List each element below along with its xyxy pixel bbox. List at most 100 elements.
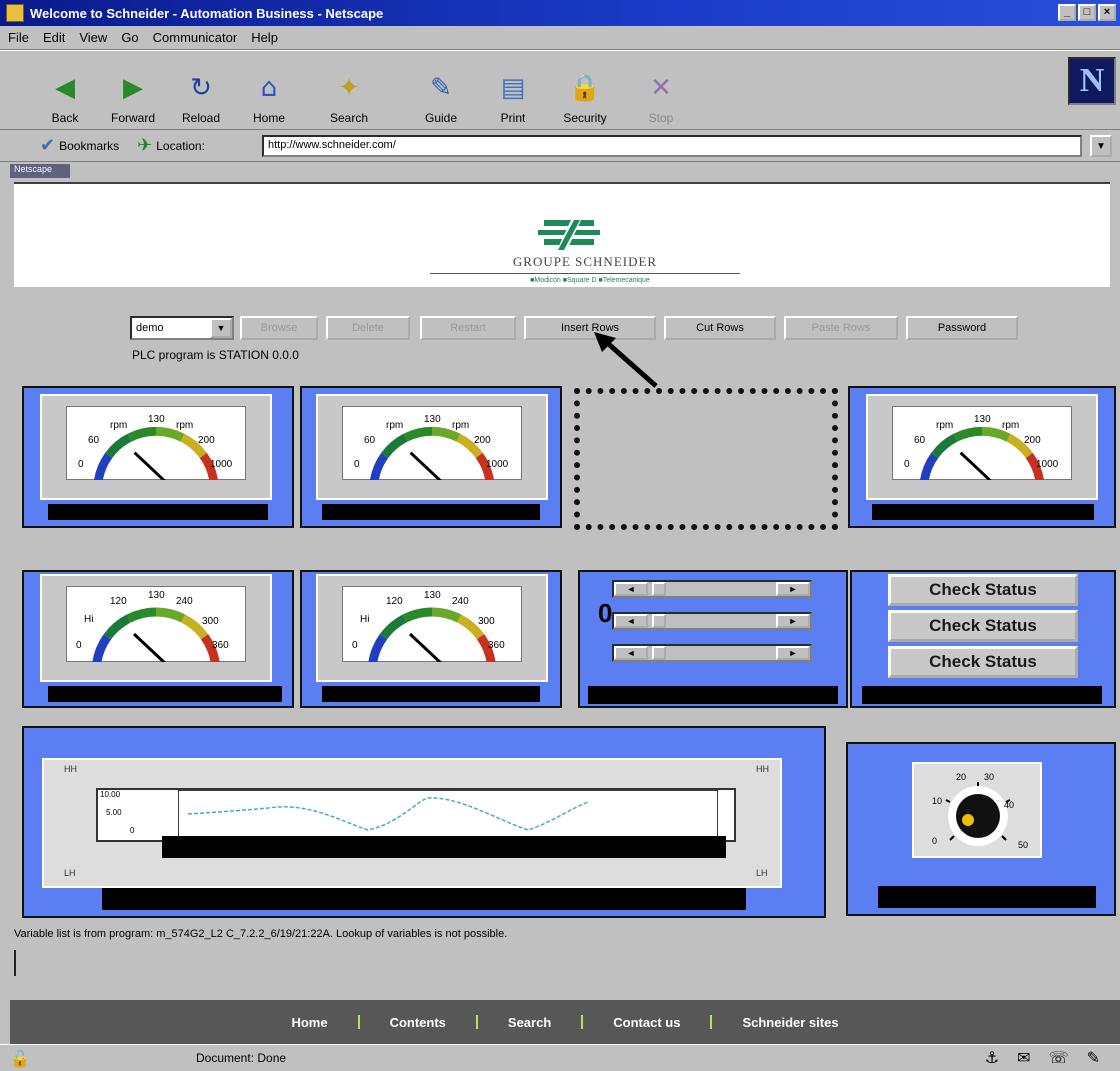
slider-2[interactable]: ◄ ► <box>612 612 812 630</box>
gauge-scale-label: 360 <box>212 640 229 651</box>
gauge-scale-label: 130 <box>148 413 165 425</box>
slider-left-arrow-icon[interactable]: ◄ <box>614 582 648 596</box>
gauge-scale-label: 0 <box>76 640 82 651</box>
print-icon: ▤ <box>500 73 526 103</box>
slider-value: 0 <box>598 598 613 628</box>
gauge-caption <box>322 686 540 702</box>
search-icon: ✦ <box>338 73 360 103</box>
paste-rows-button[interactable]: Paste Rows <box>784 316 898 340</box>
gauge-arc-segment <box>155 607 186 623</box>
variable-list-status: Variable list is from program: m_574G2_L… <box>14 928 508 940</box>
browse-button[interactable]: Browse <box>240 316 318 340</box>
title-bar: Welcome to Schneider - Automation Busine… <box>0 0 1120 26</box>
url-dropdown-button[interactable]: ▼ <box>1090 135 1112 157</box>
netscape-logo[interactable]: N <box>1068 57 1116 105</box>
menu-view[interactable]: View <box>79 30 107 45</box>
minimize-button[interactable]: _ <box>1058 4 1076 21</box>
menu-communicator[interactable]: Communicator <box>153 30 238 45</box>
gauge-arc-segment <box>127 426 157 442</box>
gauge-scale-label: 1000 <box>210 458 233 470</box>
knob-label-10: 10 <box>932 796 943 806</box>
gauge-caption <box>322 504 540 520</box>
back-arrow-icon: ◀ <box>55 73 75 103</box>
trend-axis-bar <box>162 836 726 858</box>
mail-icon[interactable]: ✉ <box>1017 1048 1030 1067</box>
footer-contents-link[interactable]: Contents <box>360 1015 476 1030</box>
guide-button[interactable]: ✎ Guide <box>412 55 470 125</box>
navigator-icon[interactable]: ⚓ <box>985 1048 999 1067</box>
slider-thumb[interactable] <box>652 582 666 596</box>
search-button[interactable]: ✦ Search <box>320 55 378 125</box>
slider-left-arrow-icon[interactable]: ◄ <box>614 614 648 628</box>
gauge-scale-label: 130 <box>148 590 165 601</box>
navigation-toolbar: ◀ Back ▶ Forward ↻ Reload ⌂ Home ✦ Searc… <box>0 50 1120 130</box>
close-button[interactable]: × <box>1098 4 1116 21</box>
cut-rows-button[interactable]: Cut Rows <box>664 316 776 340</box>
trend-line <box>178 790 718 839</box>
footer-contact-link[interactable]: Contact us <box>583 1015 710 1030</box>
security-button[interactable]: 🔒 Security <box>556 55 614 125</box>
lock-icon[interactable]: 🔓 <box>10 1049 30 1068</box>
slider-1[interactable]: ◄ ► <box>612 580 812 598</box>
password-button[interactable]: Password <box>906 316 1018 340</box>
check-status-button-3[interactable]: Check Status <box>888 646 1078 678</box>
delete-button[interactable]: Delete <box>326 316 410 340</box>
slider-left-arrow-icon[interactable]: ◄ <box>614 646 648 660</box>
url-input[interactable]: http://www.schneider.com/ <box>262 135 1082 157</box>
chevron-down-icon[interactable]: ▼ <box>210 318 232 338</box>
menu-edit[interactable]: Edit <box>43 30 65 45</box>
print-button[interactable]: ▤ Print <box>484 55 542 125</box>
forward-arrow-icon: ▶ <box>123 73 143 103</box>
slider-thumb[interactable] <box>652 614 666 628</box>
knob-label-50: 50 <box>1018 840 1029 850</box>
schneider-logo-icon <box>538 218 600 252</box>
maximize-button[interactable]: □ <box>1078 4 1096 21</box>
footer-schneider-sites-link[interactable]: Schneider sites <box>712 1015 868 1030</box>
gauge-needle <box>959 451 992 480</box>
gauge-arc-segment <box>368 634 388 662</box>
status-text: Document: Done <box>196 1051 287 1065</box>
slider-right-arrow-icon[interactable]: ► <box>776 582 810 596</box>
window-title: Welcome to Schneider - Automation Busine… <box>30 5 384 21</box>
slider-3[interactable]: ◄ ► <box>612 644 812 662</box>
menu-go[interactable]: Go <box>121 30 138 45</box>
forward-button[interactable]: ▶ Forward <box>104 55 162 125</box>
guide-icon: ✎ <box>430 73 452 103</box>
gauge-scale-label: 120 <box>110 596 127 607</box>
status-area <box>14 950 1110 976</box>
check-status-button-2[interactable]: Check Status <box>888 610 1078 642</box>
reload-icon: ↻ <box>190 73 212 103</box>
trend-caption <box>102 888 746 910</box>
gauge-needle <box>132 632 167 662</box>
gauge-scale-label: 60 <box>364 435 376 447</box>
stop-button[interactable]: ✕ Stop <box>632 55 690 125</box>
footer-search-link[interactable]: Search <box>478 1015 581 1030</box>
slider-right-arrow-icon[interactable]: ► <box>776 646 810 660</box>
check-status-button-1[interactable]: Check Status <box>888 574 1078 606</box>
menu-help[interactable]: Help <box>251 30 278 45</box>
gauge-arc-segment <box>381 433 408 459</box>
gauge-scale-label: 200 <box>1024 435 1041 447</box>
gauge-arc-segment <box>369 452 389 480</box>
gauge-scale-label: 200 <box>474 435 491 447</box>
program-select[interactable]: demo ▼ <box>130 316 234 340</box>
composer-icon[interactable]: ✎ <box>1087 1048 1100 1067</box>
footer-home-link[interactable]: Home <box>261 1015 357 1030</box>
gauge-scale-label: 130 <box>974 413 991 425</box>
brand-name: GROUPE SCHNEIDER <box>430 254 740 274</box>
gauge-arc-segment <box>92 634 112 662</box>
reload-button[interactable]: ↻ Reload <box>172 55 230 125</box>
slider-thumb[interactable] <box>652 646 666 660</box>
bookmarks-button[interactable]: ✔ Bookmarks <box>40 135 119 156</box>
back-button[interactable]: ◀ Back <box>36 55 94 125</box>
discussion-icon[interactable]: ☏ <box>1049 1048 1069 1067</box>
menu-file[interactable]: File <box>8 30 29 45</box>
gauge-scale-label: 1000 <box>1036 458 1059 470</box>
gauge-needle <box>133 451 166 480</box>
restart-button[interactable]: Restart <box>420 316 516 340</box>
gauge-scale-label: 300 <box>478 616 495 627</box>
home-button[interactable]: ⌂ Home <box>240 55 298 125</box>
gauge-scale-label: 240 <box>176 596 193 607</box>
slider-right-arrow-icon[interactable]: ► <box>776 614 810 628</box>
gauge-scale-label: 60 <box>88 435 100 447</box>
